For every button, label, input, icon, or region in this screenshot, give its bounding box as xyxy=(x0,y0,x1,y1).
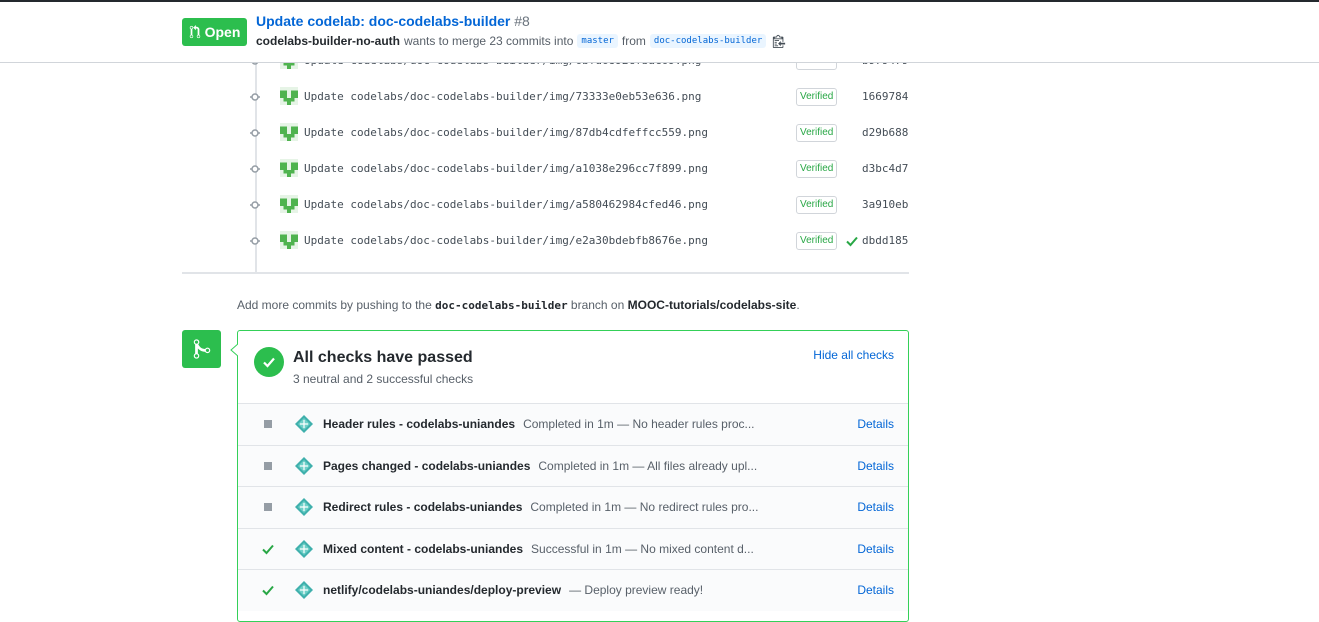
check-description: Successful in 1m — No mixed content d... xyxy=(531,541,754,556)
pr-number: #8 xyxy=(514,13,530,29)
pr-author[interactable]: codelabs-builder-no-auth xyxy=(256,34,400,48)
commit-row: Update codelabs/doc-codelabs-builder/img… xyxy=(246,79,909,115)
check-icon[interactable] xyxy=(845,234,859,248)
commit-row: Update codelabs/doc-codelabs-builder/img… xyxy=(246,187,909,223)
check-row: Pages changed - codelabs-uniandes Complet… xyxy=(238,444,908,487)
commit-sha[interactable]: 1669784 xyxy=(862,90,908,103)
verified-badge[interactable]: Verified xyxy=(796,124,838,142)
checks-summary: All checks have passed 3 neutral and 2 s… xyxy=(238,331,908,403)
neutral-status-icon xyxy=(264,461,272,470)
commit-sha[interactable]: 3a910eb xyxy=(862,198,908,211)
success-check-icon xyxy=(262,544,274,555)
commit-row: Update codelabs/doc-codelabs-builder/img… xyxy=(246,115,909,151)
commit-node-icon xyxy=(250,93,260,101)
verified-badge[interactable]: Verified xyxy=(796,160,838,178)
head-branch[interactable]: doc-codelabs-builder xyxy=(649,34,767,48)
check-details-link[interactable]: Details xyxy=(857,417,894,431)
netlify-icon xyxy=(295,539,313,558)
commit-message[interactable]: Update codelabs/doc-codelabs-builder/img… xyxy=(304,198,708,211)
check-row: Mixed content - codelabs-uniandes Success… xyxy=(238,527,908,570)
pr-meta: codelabs-builder-no-auth wants to merge … xyxy=(256,34,786,48)
check-details-link[interactable]: Details xyxy=(857,500,894,514)
netlify-icon xyxy=(295,415,313,433)
pr-state-badge: Open xyxy=(182,18,247,46)
branch-name: doc-codelabs-builder xyxy=(435,299,568,312)
check-row: netlify/codelabs-uniandes/deploy-preview… xyxy=(238,569,908,612)
check-description: Completed in 1m — All files already upl.… xyxy=(538,458,758,473)
checks-subtitle: 3 neutral and 2 successful checks xyxy=(293,372,474,386)
verified-badge[interactable]: Verified xyxy=(796,88,838,106)
avatar[interactable] xyxy=(280,195,298,213)
check-name: Redirect rules - codelabs-uniandes Comple… xyxy=(323,500,759,515)
commit-node-icon xyxy=(250,129,260,137)
commit-node-icon xyxy=(250,165,260,173)
timeline-divider xyxy=(182,272,909,274)
netlify-icon xyxy=(295,456,313,475)
check-name: Header rules - codelabs-uniandes Complete… xyxy=(323,417,755,431)
commit-message[interactable]: Update codelabs/doc-codelabs-builder/img… xyxy=(304,126,708,139)
neutral-status-icon xyxy=(264,503,272,512)
pr-sticky-header: Open Update codelab: doc-codelabs-builde… xyxy=(0,2,1319,63)
check-description: Completed in 1m — No header rules proc..… xyxy=(523,417,755,431)
checks-merge-box: All checks have passed 3 neutral and 2 s… xyxy=(237,330,909,622)
netlify-icon xyxy=(295,498,313,517)
commit-node-icon xyxy=(250,237,260,245)
avatar[interactable] xyxy=(280,87,298,105)
pull-request-icon xyxy=(189,25,200,39)
pr-title[interactable]: Update codelab: doc-codelabs-builder #8 xyxy=(256,13,530,29)
commit-message[interactable]: Update codelabs/doc-codelabs-builder/img… xyxy=(304,162,708,175)
commit-node-icon xyxy=(250,201,260,209)
base-branch[interactable]: master xyxy=(577,34,618,48)
commit-row: Update codelabs/doc-codelabs-builder/img… xyxy=(246,151,909,187)
check-name: netlify/codelabs-uniandes/deploy-preview… xyxy=(323,583,704,598)
merge-icon xyxy=(182,330,221,368)
check-row: Header rules - codelabs-uniandes Complete… xyxy=(238,403,908,445)
commit-sha[interactable]: d29b688 xyxy=(862,126,908,139)
check-details-link[interactable]: Details xyxy=(857,583,894,597)
check-description: — Deploy preview ready! xyxy=(569,583,704,598)
commit-message[interactable]: Update codelabs/doc-codelabs-builder/img… xyxy=(304,90,701,103)
verified-badge[interactable]: Verified xyxy=(796,196,838,214)
repo-link[interactable]: MOOC-tutorials/codelabs-site xyxy=(628,298,797,312)
check-details-link[interactable]: Details xyxy=(857,542,894,556)
check-details-link[interactable]: Details xyxy=(857,459,894,473)
check-row: Redirect rules - codelabs-uniandes Comple… xyxy=(238,486,908,529)
avatar[interactable] xyxy=(280,123,298,141)
success-check-icon xyxy=(262,586,274,596)
check-name: Mixed content - codelabs-uniandes Success… xyxy=(323,541,754,556)
check-description: Completed in 1m — No redirect rules pro.… xyxy=(530,500,759,515)
commit-sha[interactable]: d3bc4d7 xyxy=(862,162,908,175)
neutral-status-icon xyxy=(264,420,272,428)
commit-row: Update codelabs/doc-codelabs-builder/img… xyxy=(246,223,909,259)
merge-box-pointer xyxy=(230,343,239,357)
netlify-icon xyxy=(295,581,313,600)
hide-all-checks-link[interactable]: Hide all checks xyxy=(813,348,894,362)
add-more-commits-note: Add more commits by pushing to the doc-c… xyxy=(237,298,800,312)
pr-state-label: Open xyxy=(204,24,241,40)
clipboard-icon[interactable] xyxy=(772,34,786,48)
avatar[interactable] xyxy=(280,231,298,249)
check-name: Pages changed - codelabs-uniandes Complet… xyxy=(323,458,758,473)
commit-message[interactable]: Update codelabs/doc-codelabs-builder/img… xyxy=(304,234,708,247)
checks-passed-icon xyxy=(254,347,284,377)
verified-badge[interactable]: Verified xyxy=(796,232,838,250)
commit-sha[interactable]: dbdd185 xyxy=(862,234,908,247)
checks-title: All checks have passed xyxy=(293,349,473,366)
avatar[interactable] xyxy=(280,159,298,177)
